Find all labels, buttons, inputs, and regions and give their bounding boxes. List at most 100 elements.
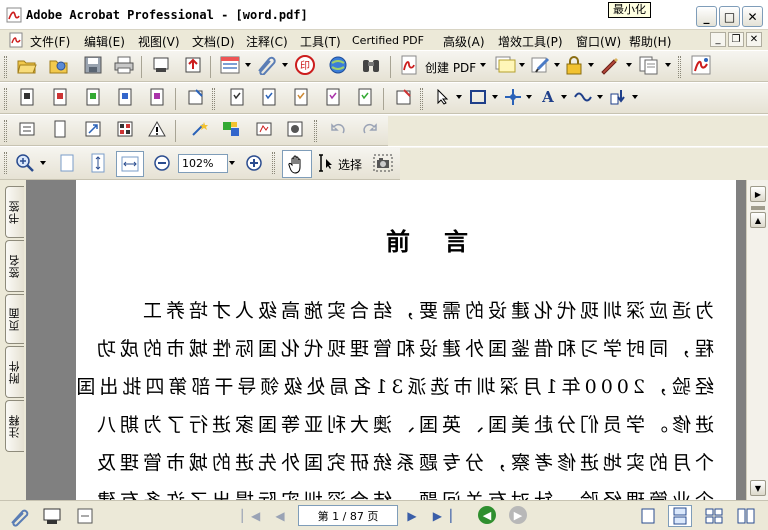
fit-width-icon[interactable] (116, 151, 144, 177)
toolbar-grip[interactable] (272, 152, 275, 174)
select-arrow-icon[interactable] (432, 86, 454, 108)
menu-edit[interactable]: 编辑(E) (84, 33, 125, 50)
go-back-button[interactable]: ◀ (478, 506, 496, 524)
touchup-icon[interactable] (392, 86, 414, 108)
menu-view[interactable]: 视图(V) (138, 33, 180, 50)
vertical-scrollbar[interactable]: ▶ ▲ ▼ (746, 180, 768, 500)
chevron-down-icon[interactable] (588, 63, 594, 67)
document-icon[interactable] (8, 32, 24, 48)
resize-page-icon[interactable] (82, 118, 104, 140)
chevron-down-icon[interactable] (282, 63, 288, 67)
menu-document[interactable]: 文档(D) (192, 33, 235, 50)
web-capture-icon[interactable] (327, 54, 349, 76)
thumbnail-icon[interactable] (258, 86, 280, 108)
article-icon[interactable] (290, 86, 312, 108)
close-button[interactable]: ✕ (742, 6, 763, 27)
undo-icon[interactable] (327, 118, 349, 140)
menu-file[interactable]: 文件(F) (30, 33, 70, 50)
chevron-down-icon[interactable] (632, 95, 638, 99)
chevron-down-icon[interactable] (492, 95, 498, 99)
move-icon[interactable] (502, 86, 524, 108)
rectangle-icon[interactable] (467, 86, 489, 108)
doc-restore-button[interactable]: ❐ (728, 32, 744, 47)
text-tool-icon[interactable]: A (537, 86, 559, 108)
minimize-button[interactable]: _ (696, 6, 717, 27)
menu-plugins[interactable]: 增效工具(P) (498, 33, 563, 50)
tab-bookmarks[interactable]: 书签 (5, 186, 24, 238)
sign-icon[interactable] (530, 54, 552, 76)
select-text-icon[interactable] (316, 152, 334, 174)
toolbar-grip[interactable] (314, 120, 317, 142)
pages-icon[interactable] (638, 54, 660, 76)
attach-icon[interactable] (255, 54, 277, 76)
chevron-down-icon[interactable] (554, 63, 560, 67)
zoom-input[interactable] (178, 154, 228, 173)
find-icon[interactable] (360, 54, 382, 76)
hand-tool-icon[interactable] (282, 150, 312, 178)
zoom-in-tool-icon[interactable] (14, 152, 36, 174)
doc-replace-icon[interactable] (114, 86, 136, 108)
redo-icon[interactable] (359, 118, 381, 140)
snapshot-icon[interactable] (372, 152, 394, 174)
tab-signatures[interactable]: 签名 (5, 240, 24, 292)
single-page-icon[interactable] (636, 505, 660, 527)
doc-close-button[interactable]: ✕ (746, 32, 762, 47)
first-page-button[interactable]: ▏◀ (241, 506, 261, 526)
chevron-down-icon[interactable] (229, 161, 235, 165)
next-page-button[interactable]: ▶ (402, 506, 422, 526)
save-icon[interactable] (82, 54, 104, 76)
tags-icon[interactable] (354, 86, 376, 108)
toolbar-grip[interactable] (4, 152, 7, 174)
chevron-down-icon[interactable] (456, 95, 462, 99)
lock-icon[interactable] (563, 54, 585, 76)
page-options-icon[interactable] (76, 507, 94, 525)
chevron-down-icon[interactable] (480, 63, 486, 67)
doc-extract-icon[interactable] (82, 86, 104, 108)
facing-icon[interactable] (702, 505, 726, 527)
create-pdf-button[interactable]: 创建 PDF (425, 59, 476, 76)
maximize-button[interactable]: □ (719, 6, 740, 27)
last-page-button[interactable]: ▶▕ (432, 506, 452, 526)
doc-delete-icon[interactable] (146, 86, 168, 108)
output-preview-icon[interactable] (284, 118, 306, 140)
toolbar-grip[interactable] (4, 120, 7, 142)
print-icon[interactable] (113, 54, 135, 76)
scroll-up-button[interactable]: ▲ (750, 212, 766, 228)
menu-comments[interactable]: 注释(C) (246, 33, 288, 50)
scroll-right-button[interactable]: ▶ (750, 186, 766, 202)
toolbar-grip[interactable] (678, 56, 681, 78)
tab-comments[interactable]: 注释 (5, 400, 24, 452)
doc-add-icon[interactable] (16, 86, 38, 108)
chevron-down-icon[interactable] (526, 95, 532, 99)
toolbar-grip[interactable] (4, 56, 7, 78)
doc-minimize-button[interactable]: _ (710, 32, 726, 47)
menu-certified-pdf[interactable]: Certified PDF (352, 34, 424, 47)
tab-attachments[interactable]: 附件 (5, 346, 24, 398)
link-tool-icon[interactable] (572, 86, 594, 108)
organizer-icon[interactable] (48, 54, 70, 76)
monitor-icon[interactable] (42, 506, 62, 526)
preflight-icon[interactable] (114, 118, 136, 140)
chevron-down-icon[interactable] (626, 63, 632, 67)
form-field-icon[interactable] (608, 86, 630, 108)
document-view[interactable]: 前言 为适应深圳现代化建设的需要，结合实施高级人才培养工 程，同时学习和借鉴国外… (26, 180, 746, 500)
continuous-facing-icon[interactable] (734, 505, 758, 527)
fix-hairlines-icon[interactable] (253, 118, 275, 140)
properties-icon[interactable] (16, 118, 38, 140)
select-tool-label[interactable]: 选择 (338, 156, 362, 173)
bookmark-icon[interactable] (226, 86, 248, 108)
toolbar-grip[interactable] (4, 88, 7, 110)
toolbar-grip[interactable] (420, 88, 423, 110)
menu-advanced[interactable]: 高级(A) (443, 33, 485, 50)
chevron-down-icon[interactable] (519, 63, 525, 67)
email-icon[interactable] (150, 54, 172, 76)
stamp-icon[interactable]: 印 (294, 54, 316, 76)
menu-help[interactable]: 帮助(H) (629, 33, 671, 50)
scroll-down-button[interactable]: ▼ (750, 480, 766, 496)
menu-window[interactable]: 窗口(W) (576, 33, 621, 50)
zoom-in-icon[interactable] (243, 152, 265, 174)
doc-insert-icon[interactable] (49, 86, 71, 108)
menu-tools[interactable]: 工具(T) (300, 33, 341, 50)
paperclip-icon[interactable] (8, 505, 30, 527)
magic-wand-icon[interactable] (189, 118, 211, 140)
